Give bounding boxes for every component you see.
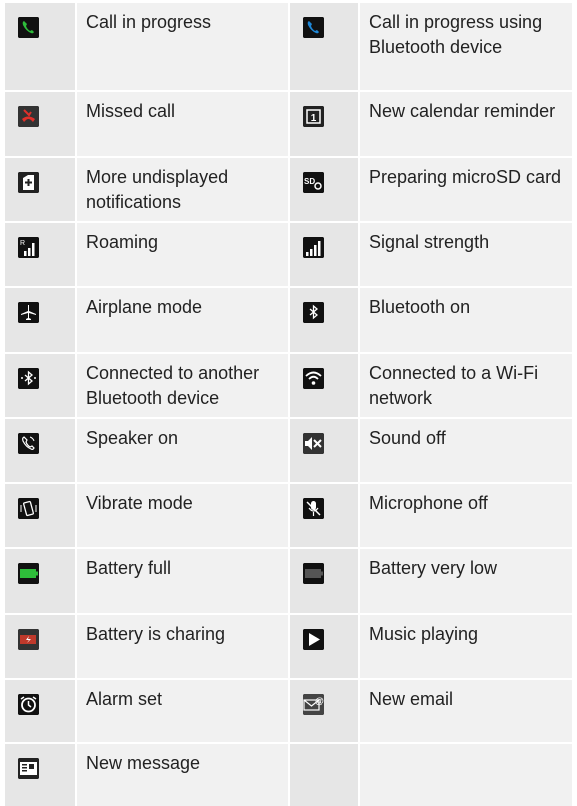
icon-cell bbox=[288, 744, 360, 806]
description-label: Battery full bbox=[77, 549, 288, 613]
description-label: Preparing microSD card bbox=[360, 158, 572, 221]
icon-cell bbox=[288, 549, 360, 613]
call-bluetooth-icon bbox=[303, 17, 324, 38]
bluetooth-connected-icon bbox=[18, 368, 39, 389]
alarm-set-icon bbox=[18, 694, 39, 715]
icon-cell bbox=[5, 484, 77, 547]
icon-cell bbox=[288, 354, 360, 417]
icon-cell bbox=[288, 288, 360, 352]
new-message-icon bbox=[18, 758, 39, 779]
description-label: New message bbox=[77, 744, 288, 806]
icon-cell bbox=[5, 158, 77, 221]
airplane-mode-icon bbox=[18, 302, 39, 323]
description-label: Speaker on bbox=[77, 419, 288, 482]
icon-cell bbox=[5, 680, 77, 742]
description-label: Vibrate mode bbox=[77, 484, 288, 547]
icon-cell bbox=[5, 3, 77, 90]
description-label: Microphone off bbox=[360, 484, 572, 547]
description-label bbox=[360, 744, 572, 806]
icon-cell bbox=[5, 288, 77, 352]
new-email-icon: @ bbox=[303, 694, 324, 715]
description-label: New calendar reminder bbox=[360, 92, 572, 156]
icon-cell: @ bbox=[288, 680, 360, 742]
description-label: More undisplayed notifications bbox=[77, 158, 288, 221]
description-label: Bluetooth on bbox=[360, 288, 572, 352]
description-label: Airplane mode bbox=[77, 288, 288, 352]
icon-cell bbox=[288, 419, 360, 482]
icon-cell bbox=[288, 223, 360, 286]
description-label: Connected to a Wi-Fi network bbox=[360, 354, 572, 417]
icon-cell bbox=[5, 419, 77, 482]
svg-text:SD: SD bbox=[304, 177, 315, 186]
more-notifications-icon bbox=[18, 172, 39, 193]
call-in-progress-icon bbox=[18, 17, 39, 38]
missed-call-icon bbox=[18, 106, 39, 127]
battery-charging-icon bbox=[18, 629, 39, 650]
description-label: Call in progress bbox=[77, 3, 288, 90]
icon-cell: SD bbox=[288, 158, 360, 221]
icon-cell bbox=[288, 484, 360, 547]
battery-very-low-icon bbox=[303, 563, 324, 584]
svg-text:1: 1 bbox=[311, 113, 317, 124]
icon-cell bbox=[5, 92, 77, 156]
description-label: Roaming bbox=[77, 223, 288, 286]
description-label: Battery very low bbox=[360, 549, 572, 613]
icon-cell: 1 bbox=[288, 92, 360, 156]
bluetooth-on-icon bbox=[303, 302, 324, 323]
description-label: Missed call bbox=[77, 92, 288, 156]
description-label: Connected to another Bluetooth device bbox=[77, 354, 288, 417]
icon-cell bbox=[5, 615, 77, 678]
microsd-preparing-icon: SD bbox=[303, 172, 324, 193]
icon-cell bbox=[288, 3, 360, 90]
wifi-connected-icon bbox=[303, 368, 324, 389]
description-label: Sound off bbox=[360, 419, 572, 482]
icon-cell bbox=[288, 615, 360, 678]
description-label: New email bbox=[360, 680, 572, 742]
signal-strength-icon bbox=[303, 237, 324, 258]
svg-text:@: @ bbox=[315, 696, 324, 706]
microphone-off-icon bbox=[303, 498, 324, 519]
description-label: Battery is charing bbox=[77, 615, 288, 678]
speaker-on-icon bbox=[18, 433, 39, 454]
description-label: Music playing bbox=[360, 615, 572, 678]
battery-full-icon bbox=[18, 563, 39, 584]
description-label: Alarm set bbox=[77, 680, 288, 742]
music-playing-icon bbox=[303, 629, 324, 650]
svg-text:R: R bbox=[20, 240, 25, 247]
description-label: Call in progress using Bluetooth device bbox=[360, 3, 572, 90]
icon-cell bbox=[5, 354, 77, 417]
sound-off-icon bbox=[303, 433, 324, 454]
icon-cell: R bbox=[5, 223, 77, 286]
description-label: Signal strength bbox=[360, 223, 572, 286]
roaming-icon: R bbox=[18, 237, 39, 258]
icon-cell bbox=[5, 744, 77, 806]
status-icon-table: Call in progress Call in progress using B… bbox=[5, 3, 572, 806]
icon-cell bbox=[5, 549, 77, 613]
calendar-reminder-icon: 1 bbox=[303, 106, 324, 127]
vibrate-mode-icon bbox=[18, 498, 39, 519]
